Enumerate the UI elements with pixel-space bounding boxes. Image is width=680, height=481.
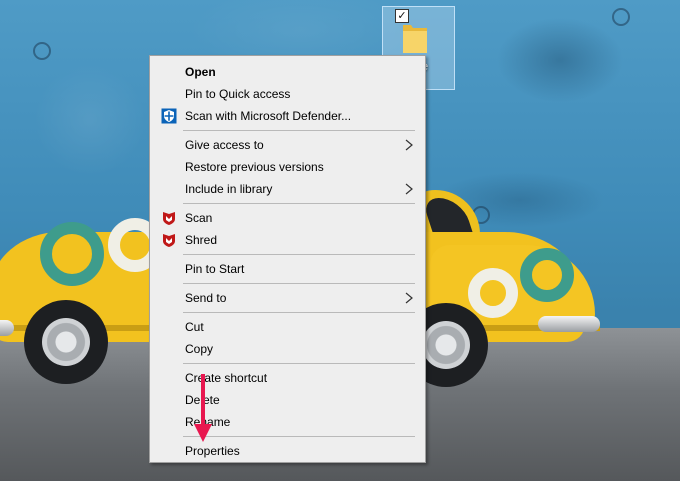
menu-item-label: Pin to Start — [185, 262, 245, 276]
menu-separator — [183, 130, 415, 131]
menu-item-include-library[interactable]: Include in library — [151, 178, 424, 200]
car-wheel — [24, 300, 108, 384]
menu-separator — [183, 283, 415, 284]
car-decal — [468, 268, 518, 318]
chevron-right-icon — [405, 292, 413, 304]
mcafee-shield-icon — [163, 234, 175, 247]
menu-item-label: Open — [185, 65, 216, 79]
menu-item-label: Scan with Microsoft Defender... — [185, 109, 352, 123]
wall-bolt — [33, 42, 51, 60]
menu-item-label: Scan — [185, 211, 213, 225]
menu-separator — [183, 436, 415, 437]
menu-item-label: Pin to Quick access — [185, 87, 291, 101]
context-menu: Open Pin to Quick access Scan with Micro… — [149, 55, 426, 463]
menu-item-restore-versions[interactable]: Restore previous versions — [151, 156, 424, 178]
menu-separator — [183, 312, 415, 313]
menu-item-give-access[interactable]: Give access to — [151, 134, 424, 156]
menu-item-scan[interactable]: Scan — [151, 207, 424, 229]
menu-item-label: Shred — [185, 233, 218, 247]
menu-item-pin-start[interactable]: Pin to Start — [151, 258, 424, 280]
menu-item-label: Give access to — [185, 138, 264, 152]
mcafee-shield-icon — [163, 212, 175, 225]
menu-item-label: Cut — [185, 320, 204, 334]
folder-icon — [403, 25, 427, 53]
chevron-right-icon — [405, 139, 413, 151]
menu-item-label: Copy — [185, 342, 214, 356]
menu-item-label: Restore previous versions — [185, 160, 324, 174]
menu-item-copy[interactable]: Copy — [151, 338, 424, 360]
menu-separator — [183, 363, 415, 364]
menu-item-scan-defender[interactable]: Scan with Microsoft Defender... — [151, 105, 424, 127]
menu-item-send-to[interactable]: Send to — [151, 287, 424, 309]
menu-item-label: Properties — [185, 444, 240, 458]
chevron-right-icon — [405, 183, 413, 195]
menu-item-shred[interactable]: Shred — [151, 229, 424, 251]
menu-item-pin-quick-access[interactable]: Pin to Quick access — [151, 83, 424, 105]
menu-separator — [183, 203, 415, 204]
menu-item-label: Include in library — [185, 182, 273, 196]
wall-bolt — [612, 8, 630, 26]
car-decal — [520, 248, 574, 302]
menu-item-open[interactable]: Open — [151, 61, 424, 83]
menu-separator — [183, 254, 415, 255]
car-bumper — [538, 316, 600, 332]
car-decal — [40, 222, 104, 286]
menu-item-label: Send to — [185, 291, 227, 305]
menu-item-cut[interactable]: Cut — [151, 316, 424, 338]
defender-icon — [161, 108, 177, 124]
annotation-arrow-icon — [194, 374, 212, 442]
